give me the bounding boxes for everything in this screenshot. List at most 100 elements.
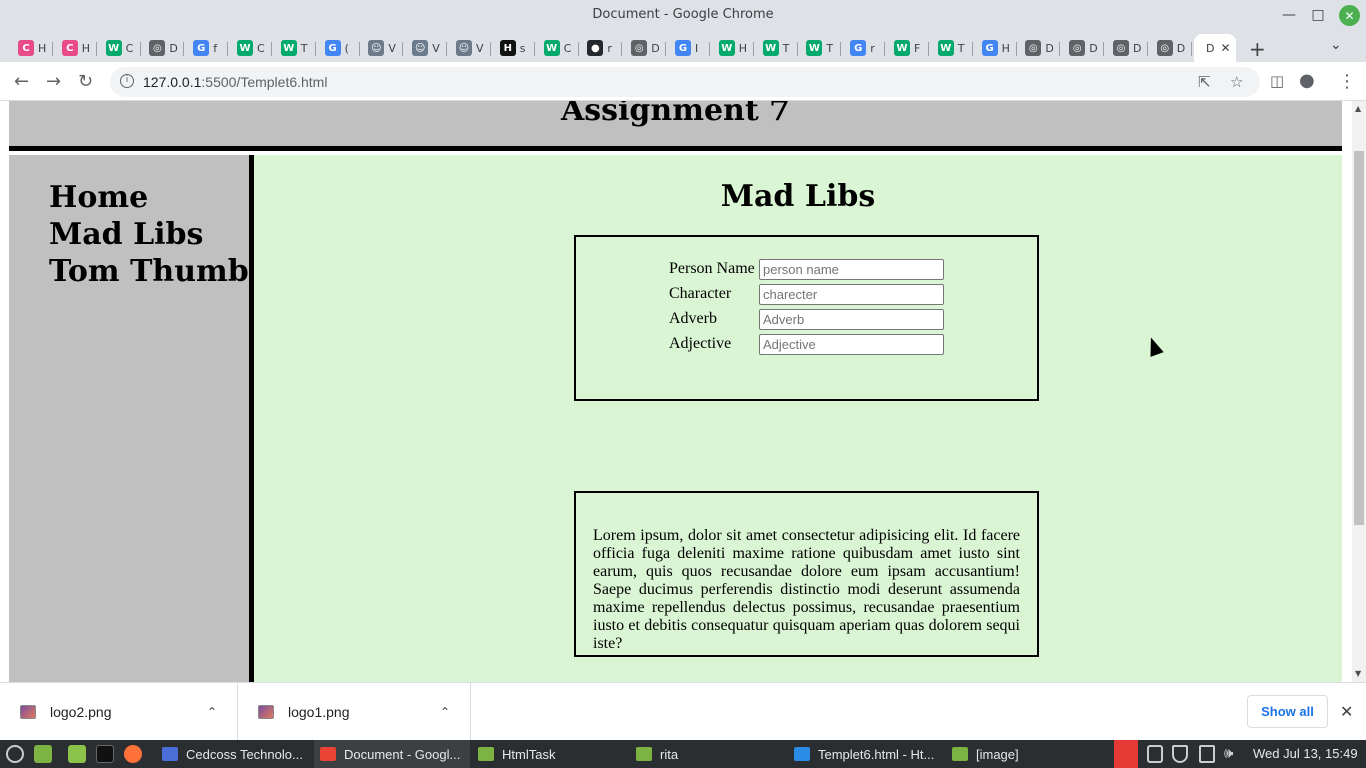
- start-menu-icon[interactable]: [6, 745, 24, 763]
- site-info-icon[interactable]: i: [120, 74, 134, 88]
- browser-tab[interactable]: WC: [536, 34, 579, 62]
- browser-tab[interactable]: WT: [273, 34, 316, 62]
- tab-title: D: [651, 41, 660, 55]
- show-all-button[interactable]: Show all: [1247, 695, 1328, 728]
- taskbar-item[interactable]: rita: [630, 740, 786, 768]
- browser-tab[interactable]: WC: [98, 34, 141, 62]
- scroll-down-icon[interactable]: ▼: [1355, 669, 1361, 678]
- address-bar[interactable]: i 127.0.0.1:5500/Templet6.html ⇱ ☆: [110, 67, 1260, 97]
- chevron-up-icon[interactable]: ⌃: [440, 705, 450, 719]
- maximize-icon[interactable]: □: [1305, 4, 1331, 26]
- desktop-icon[interactable]: [34, 745, 52, 763]
- browser-tab[interactable]: ◎ D: [1149, 34, 1192, 62]
- minimize-icon[interactable]: —: [1276, 4, 1302, 26]
- browser-tab[interactable]: ◎ D: [141, 34, 185, 62]
- download-item[interactable]: logo2.png ⌃: [0, 683, 238, 741]
- browser-tab[interactable]: WT: [755, 34, 798, 62]
- url-text[interactable]: 127.0.0.1:5500/Templet6.html: [143, 74, 327, 90]
- form-row-person-name: Person Name: [669, 258, 944, 280]
- side-panel-icon[interactable]: ◫: [1270, 72, 1284, 90]
- vivaldi-icon: [162, 747, 178, 761]
- scroll-up-icon[interactable]: ▲: [1355, 104, 1361, 113]
- chrome-icon: [320, 747, 336, 761]
- browser-tab[interactable]: GI: [667, 34, 710, 62]
- browser-tab[interactable]: ☺ V: [404, 34, 448, 62]
- page-scrollbar[interactable]: ▲ ▼: [1352, 101, 1366, 682]
- character-label: Character: [669, 285, 732, 302]
- taskbar-item[interactable]: Cedcoss Technolo...: [156, 740, 312, 768]
- browser-tab[interactable]: ◎ D: [1017, 34, 1061, 62]
- close-window-icon[interactable]: ✕: [1339, 5, 1360, 26]
- tab-title: H: [81, 41, 91, 55]
- story-text: Lorem ipsum, dolor sit amet consectetur …: [593, 527, 1020, 652]
- files-icon[interactable]: [68, 745, 86, 763]
- anydesk-tray-icon[interactable]: [1114, 740, 1138, 768]
- person-name-input[interactable]: [759, 258, 944, 280]
- firefox-icon[interactable]: [124, 745, 142, 763]
- tab-separator: [1190, 42, 1192, 56]
- browser-tab[interactable]: ◎ D: [1061, 34, 1105, 62]
- tab-title: T: [782, 41, 790, 55]
- taskbar-item[interactable]: HtmlTask: [472, 740, 628, 768]
- terminal-icon[interactable]: [96, 745, 114, 763]
- share-icon[interactable]: ⇱: [1198, 73, 1211, 91]
- adverb-input[interactable]: [759, 308, 944, 330]
- browser-tab[interactable]: ● r: [579, 34, 623, 62]
- form-row-character: Character: [669, 283, 944, 305]
- forward-icon[interactable]: →: [46, 71, 61, 92]
- tab-title: D: [1176, 41, 1186, 55]
- form-row-adverb: Adverb: [669, 308, 944, 330]
- window-titlebar: Document - Google Chrome — □ ✕: [0, 0, 1366, 32]
- taskbar-clock[interactable]: Wed Jul 13, 15:49: [1253, 746, 1358, 761]
- close-tab-icon[interactable]: ✕: [1220, 41, 1230, 55]
- taskbar-item[interactable]: Document - Googl...: [314, 740, 470, 768]
- close-downloads-icon[interactable]: ✕: [1340, 702, 1353, 721]
- profile-icon[interactable]: ●: [1299, 70, 1315, 91]
- reload-icon[interactable]: ↻: [78, 71, 93, 92]
- nav-mad-libs[interactable]: Mad Libs: [49, 216, 266, 253]
- browser-tab[interactable]: WT: [798, 34, 842, 62]
- browser-tab[interactable]: Gf: [185, 34, 229, 62]
- taskbar-item[interactable]: [image]: [946, 740, 1066, 768]
- download-item[interactable]: logo1.png ⌃: [238, 683, 471, 741]
- browser-tab[interactable]: WT: [930, 34, 973, 62]
- browser-tab[interactable]: Gr: [842, 34, 886, 62]
- browser-tab[interactable]: G(: [317, 34, 360, 62]
- taskbar-item[interactable]: Templet6.html - Ht...: [788, 740, 944, 768]
- browser-tab-active[interactable]: D ✕: [1194, 34, 1236, 62]
- shield-tray-icon[interactable]: [1172, 745, 1188, 763]
- browser-tab[interactable]: WC: [229, 34, 272, 62]
- w3schools-icon: W: [894, 40, 910, 56]
- tab-title: V: [432, 41, 440, 55]
- character-input[interactable]: [759, 283, 944, 305]
- menu-icon[interactable]: ⋮: [1338, 71, 1356, 92]
- browser-tab[interactable]: WH: [711, 34, 754, 62]
- tab-title: H: [738, 41, 748, 55]
- clipboard-tray-icon[interactable]: [1147, 745, 1163, 763]
- page-viewport: Assignment 7 Home Mad Libs Tom Thumbs Ma…: [0, 101, 1352, 682]
- nav-home[interactable]: Home: [49, 179, 266, 216]
- browser-tab[interactable]: ◎ D: [1105, 34, 1148, 62]
- volume-tray-icon[interactable]: 🕪: [1224, 744, 1242, 762]
- browser-tab[interactable]: ☺ V: [448, 34, 491, 62]
- browser-tab[interactable]: GH: [974, 34, 1017, 62]
- globe-icon: ◎: [1113, 40, 1129, 56]
- back-icon[interactable]: ←: [14, 71, 29, 92]
- bookmark-star-icon[interactable]: ☆: [1230, 73, 1243, 91]
- network-tray-icon[interactable]: [1199, 745, 1215, 763]
- browser-tab[interactable]: ◎ D: [623, 34, 667, 62]
- scrollbar-thumb[interactable]: [1354, 151, 1364, 525]
- browser-tab[interactable]: ☺ V: [360, 34, 404, 62]
- story-box: Lorem ipsum, dolor sit amet consectetur …: [574, 491, 1039, 657]
- window-title: Document - Google Chrome: [592, 7, 774, 22]
- browser-tab[interactable]: CH: [54, 34, 97, 62]
- tab-search-icon[interactable]: ⌄: [1330, 37, 1342, 53]
- chevron-up-icon[interactable]: ⌃: [207, 705, 217, 719]
- browser-tab[interactable]: WF: [886, 34, 929, 62]
- folder-icon: [636, 747, 652, 761]
- new-tab-icon[interactable]: +: [1249, 37, 1266, 61]
- browser-tab[interactable]: Hs: [492, 34, 535, 62]
- adjective-input[interactable]: [759, 333, 944, 355]
- nav-tom-thumbs[interactable]: Tom Thumbs: [49, 253, 266, 290]
- browser-tab[interactable]: CH: [10, 34, 53, 62]
